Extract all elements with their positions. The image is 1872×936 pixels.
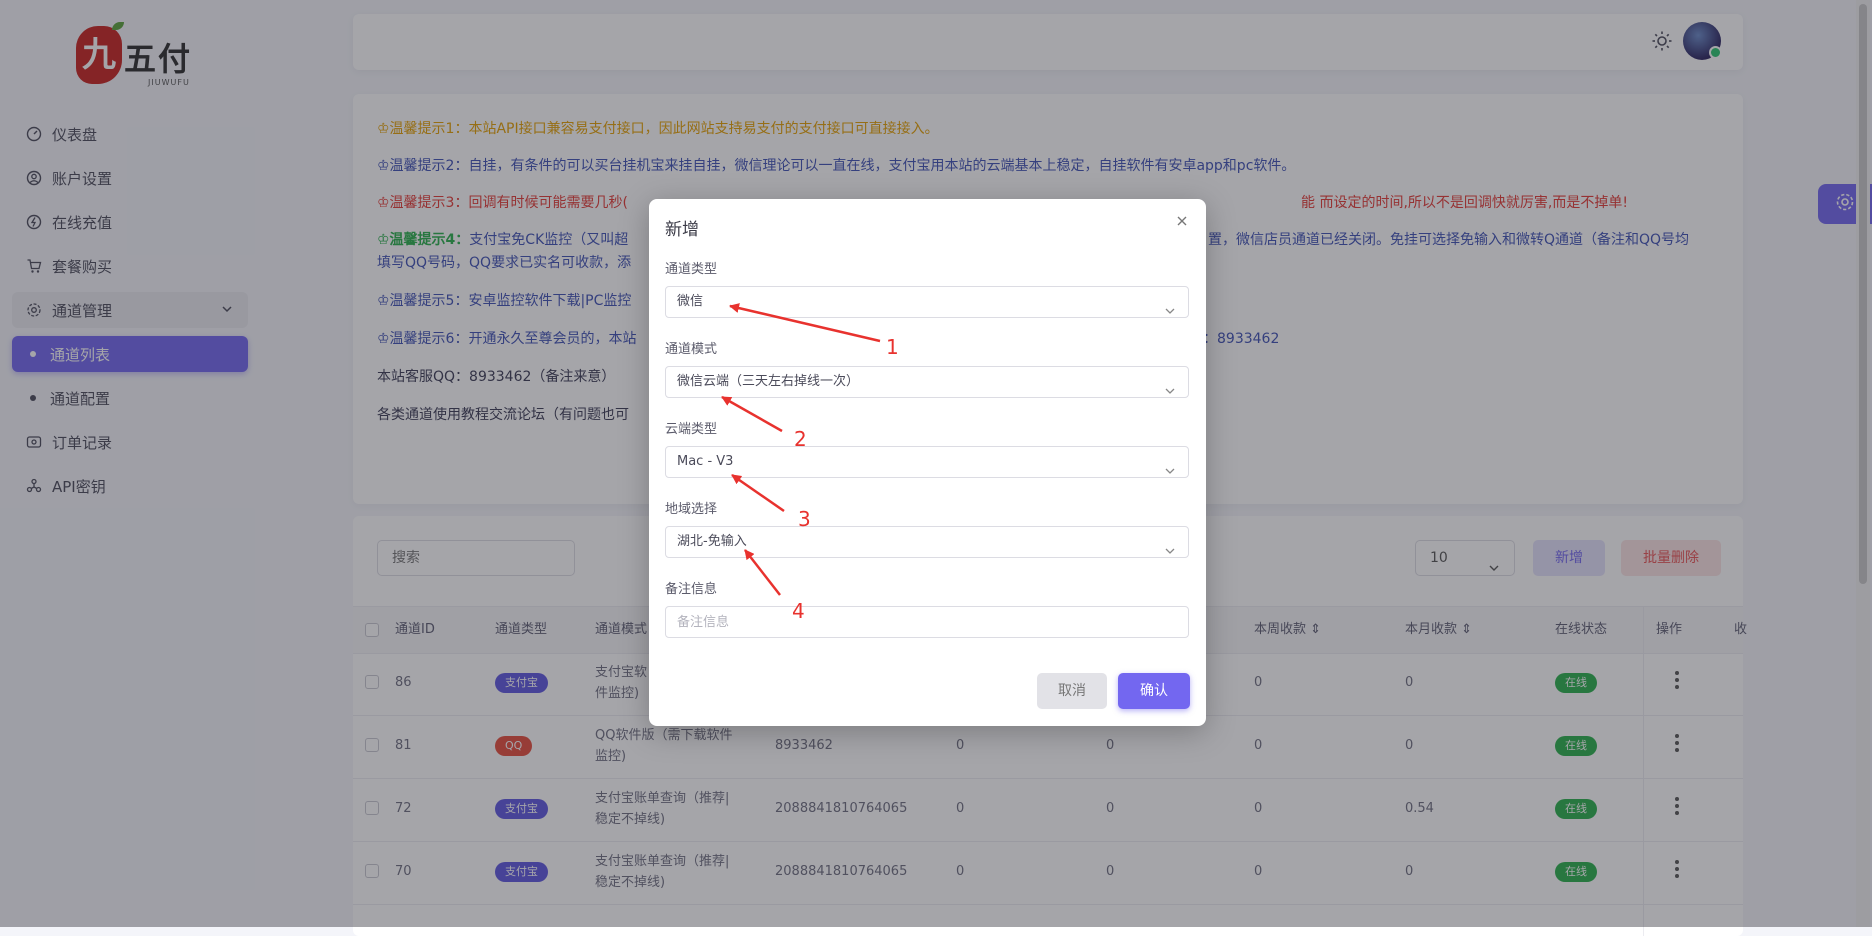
region-value: 湖北-免输入 bbox=[677, 534, 747, 549]
region-label: 地域选择 bbox=[665, 502, 718, 517]
chevron-down-icon bbox=[1164, 378, 1176, 408]
channel-mode-label: 通道模式 bbox=[665, 342, 718, 357]
close-icon[interactable] bbox=[1174, 213, 1190, 229]
cloud-type-select[interactable]: Mac - V3 bbox=[665, 446, 1189, 478]
cloud-type-label: 云端类型 bbox=[665, 422, 718, 437]
chevron-down-icon bbox=[1164, 298, 1176, 328]
channel-mode-value: 微信云端（三天左右掉线一次） bbox=[677, 374, 860, 389]
add-channel-dialog: 新增 通道类型 微信 通道模式 微信云端（三天左右掉线一次） 云端类型 Mac … bbox=[649, 199, 1206, 726]
dialog-title: 新增 bbox=[665, 220, 699, 240]
confirm-button[interactable]: 确认 bbox=[1118, 673, 1190, 709]
channel-mode-select[interactable]: 微信云端（三天左右掉线一次） bbox=[665, 366, 1189, 398]
remark-input[interactable] bbox=[665, 606, 1189, 638]
channel-type-select[interactable]: 微信 bbox=[665, 286, 1189, 318]
chevron-down-icon bbox=[1164, 458, 1176, 488]
remark-label: 备注信息 bbox=[665, 582, 718, 597]
chevron-down-icon bbox=[1164, 538, 1176, 568]
channel-type-label: 通道类型 bbox=[665, 262, 718, 277]
region-select[interactable]: 湖北-免输入 bbox=[665, 526, 1189, 558]
cancel-button[interactable]: 取消 bbox=[1037, 673, 1107, 709]
cloud-type-value: Mac - V3 bbox=[677, 454, 734, 469]
channel-type-value: 微信 bbox=[677, 294, 704, 309]
